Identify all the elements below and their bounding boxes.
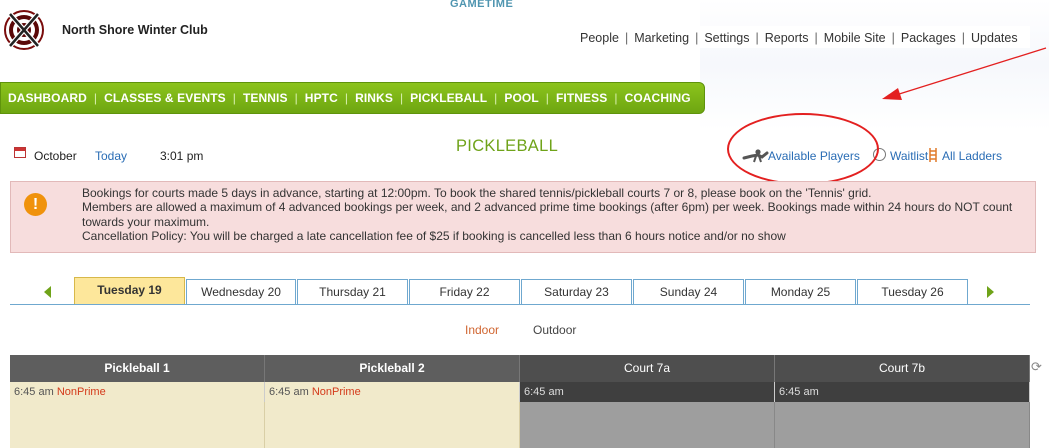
top-nav-reports[interactable]: Reports [765, 31, 809, 45]
warning-icon: ! [24, 193, 47, 216]
location-filter-bar [10, 318, 1030, 340]
waitlist-link[interactable]: Waitlist [890, 149, 928, 163]
slot-nonprime-tag: NonPrime [311, 386, 361, 398]
main-nav-rinks[interactable]: RINKS [355, 91, 393, 105]
main-nav-dashboard[interactable]: DASHBOARD [8, 91, 87, 105]
top-nav-settings[interactable]: Settings [704, 31, 749, 45]
main-nav-tennis[interactable]: TENNIS [243, 91, 288, 105]
main-nav-separator: | [399, 91, 404, 105]
column-header-court-7b: Court 7b [775, 355, 1030, 382]
all-ladders-link[interactable]: All Ladders [942, 149, 1002, 163]
slot-time: 6:45 am [524, 386, 564, 398]
top-nav-separator: | [695, 31, 699, 45]
day-tab-tuesday-26[interactable]: Tuesday 26 [857, 279, 968, 304]
outdoor-filter[interactable]: Outdoor [533, 323, 576, 337]
day-tab-wednesday-20[interactable]: Wednesday 20 [186, 279, 296, 304]
slot-nonprime-tag: NonPrime [56, 386, 106, 398]
main-nav-fitness[interactable]: FITNESS [556, 91, 607, 105]
notice-line: Members are allowed a maximum of 4 advan… [82, 200, 1013, 229]
main-nav-separator: | [494, 91, 498, 105]
slot-time: 6:45 am [14, 386, 54, 398]
day-tab-sunday-24[interactable]: Sunday 24 [633, 279, 744, 304]
next-week-arrow-icon[interactable] [987, 286, 994, 298]
slot-time: 6:45 am [269, 386, 309, 398]
header-ghost-text: GAMETIME [450, 0, 514, 10]
main-nav-separator: | [232, 91, 236, 105]
notice-line: Bookings for courts made 5 days in advan… [82, 186, 872, 200]
previous-week-arrow-icon[interactable] [44, 286, 51, 298]
annotation-arrow [882, 47, 1047, 100]
refresh-icon[interactable]: ⟳ [1031, 359, 1042, 375]
slot-court-7b-645[interactable]: 6:45 am [775, 382, 1030, 402]
top-nav-marketing[interactable]: Marketing [634, 31, 689, 45]
slot-court-7a-645[interactable]: 6:45 am [520, 382, 775, 402]
page-title: PICKLEBALL [456, 137, 559, 155]
pickleball-2-slots[interactable] [265, 402, 520, 448]
column-header-pickleball-1: Pickleball 1 [10, 355, 265, 382]
main-nav-separator: | [93, 91, 98, 105]
top-nav-separator: | [624, 31, 629, 45]
slot-pickleball-1-645[interactable]: 6:45 am NonPrime [10, 382, 265, 402]
club-name: North Shore Winter Club [62, 23, 208, 37]
top-nav-people[interactable]: People [580, 31, 619, 45]
court-7b-slots [775, 402, 1030, 448]
main-nav-hptc[interactable]: HPTC [305, 91, 338, 105]
top-nav-separator: | [755, 31, 759, 45]
main-nav-classes-events[interactable]: CLASSES & EVENTS [104, 91, 226, 105]
month-label: October [34, 149, 77, 163]
calendar-icon[interactable] [14, 147, 26, 158]
main-nav-pickleball[interactable]: PICKLEBALL [410, 91, 487, 105]
annotation-circle [727, 113, 879, 185]
ladder-icon [928, 148, 938, 162]
top-nav-mobile-site[interactable]: Mobile Site [824, 31, 886, 45]
main-nav-separator: | [545, 91, 549, 105]
indoor-filter[interactable]: Indoor [465, 323, 499, 337]
notice-line: Cancellation Policy: You will be charged… [82, 228, 786, 243]
club-logo[interactable] [4, 8, 44, 52]
current-time: 3:01 pm [160, 149, 204, 163]
day-tab-monday-25[interactable]: Monday 25 [745, 279, 856, 304]
main-nav-pool[interactable]: POOL [504, 91, 538, 105]
main-nav-separator: | [294, 91, 298, 105]
day-tab-tuesday-19[interactable]: Tuesday 19 [74, 277, 185, 304]
court-7a-slots [520, 402, 775, 448]
main-nav-separator: | [344, 91, 349, 105]
today-link[interactable]: Today [95, 149, 127, 163]
slot-pickleball-2-645[interactable]: 6:45 am NonPrime [265, 382, 520, 402]
main-nav: DASHBOARD | CLASSES & EVENTS | TENNIS | HPTC | R… [8, 91, 691, 105]
tabs-divider [10, 304, 1030, 305]
main-nav-coaching[interactable]: COACHING [625, 91, 691, 105]
day-tab-thursday-21[interactable]: Thursday 21 [297, 279, 408, 304]
top-nav-separator: | [814, 31, 818, 45]
column-header-pickleball-2: Pickleball 2 [265, 355, 520, 382]
column-header-court-7a: Court 7a [520, 355, 775, 382]
main-nav-separator: | [614, 91, 618, 105]
day-tab-friday-22[interactable]: Friday 22 [409, 279, 520, 304]
day-tab-saturday-23[interactable]: Saturday 23 [521, 279, 632, 304]
pickleball-1-slots[interactable] [10, 402, 265, 448]
slot-time: 6:45 am [779, 386, 819, 398]
booking-notice-text: Bookings for courts made 5 days in advan… [82, 186, 1027, 243]
